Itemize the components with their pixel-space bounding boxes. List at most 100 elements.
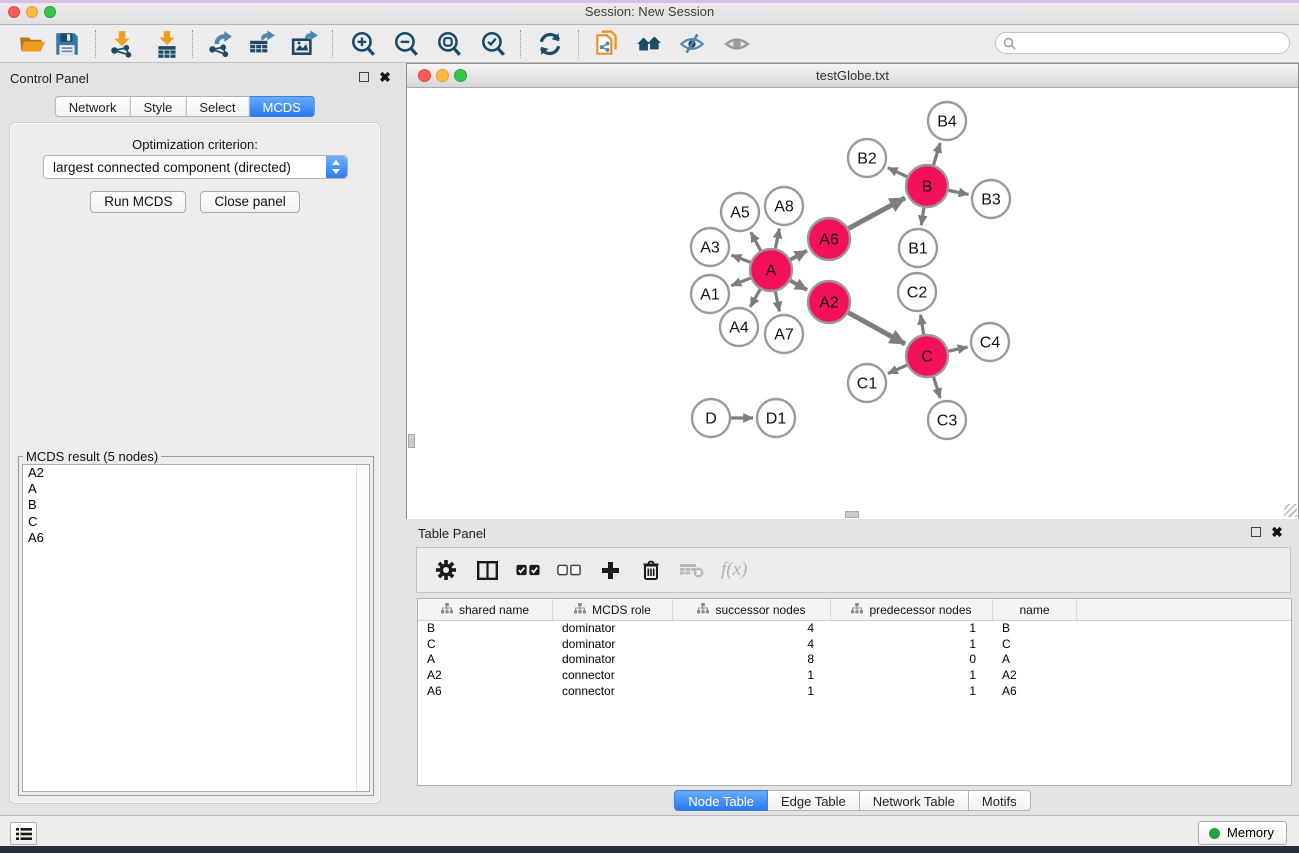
result-list-item[interactable]: A2 [23,465,369,481]
canvas-hscroll-nub[interactable] [845,511,859,518]
graph-node-B4[interactable]: B4 [928,102,966,140]
network-canvas[interactable]: B4B2BB3A5A8A6B1A3AA1C2A2A4A7C4CC1C3DD1 [407,89,1298,519]
tab-select[interactable]: Select [186,96,249,117]
table-cell[interactable]: dominator [553,637,673,653]
table-cell[interactable]: 1 [831,668,993,684]
open-session-button[interactable] [17,30,47,58]
graph-node-C[interactable]: C [906,335,948,377]
result-list-scrollbar[interactable] [356,465,369,791]
graph-edge-C-C2[interactable] [921,315,924,335]
graph-edge-C-C3[interactable] [934,377,941,398]
table-cell[interactable]: 1 [673,668,831,684]
table-cell[interactable]: 8 [673,652,831,668]
graph-edge-A6-B[interactable] [848,198,905,229]
graph-node-C3[interactable]: C3 [928,401,966,439]
export-image-button[interactable] [290,30,320,58]
table-close-panel-icon[interactable]: ✖ [1270,525,1284,539]
task-history-button[interactable] [10,822,37,845]
graph-node-D[interactable]: D [692,399,730,437]
home-button[interactable] [634,30,664,58]
table-cell[interactable]: A [418,652,553,668]
graph-node-A2[interactable]: A2 [808,281,850,323]
result-list-item[interactable]: A6 [23,530,369,546]
show-column-button[interactable] [475,558,499,582]
graph-edge-C-C4[interactable] [948,347,967,351]
zoom-selected-button[interactable] [478,30,508,58]
graph-edge-B-B3[interactable] [949,190,969,194]
graph-node-C2[interactable]: C2 [898,273,936,311]
table-cell[interactable]: A6 [418,684,553,700]
graph-node-B2[interactable]: B2 [848,139,886,177]
graph-edge-A-A7[interactable] [775,292,779,312]
graph-node-B1[interactable]: B1 [899,229,937,267]
export-table-button[interactable] [247,30,277,58]
zoom-in-button[interactable] [348,30,378,58]
search-input[interactable] [1020,34,1280,52]
table-cell[interactable]: dominator [553,621,673,637]
graph-edge-A-A8[interactable] [775,229,779,249]
table-cell[interactable]: 1 [673,684,831,700]
result-list-item[interactable]: A [23,481,369,497]
table-cell[interactable]: C [993,637,1077,653]
graph-node-A8[interactable]: A8 [765,187,803,225]
graph-edge-B-B2[interactable] [888,168,907,177]
table-row[interactable]: Adominator80A [418,652,1291,668]
run-mcds-button[interactable]: Run MCDS [90,191,186,213]
import-table-button[interactable] [152,30,182,58]
graph-edge-A2-C[interactable] [848,313,905,344]
zoom-fit-button[interactable] [434,30,464,58]
create-column-button[interactable] [598,558,622,582]
table-cell[interactable]: 1 [831,637,993,653]
close-panel-button[interactable]: Close panel [200,191,299,213]
table-cell[interactable]: A6 [993,684,1077,700]
window-resize-grip[interactable] [1284,504,1297,517]
tab-network[interactable]: Network [55,96,131,117]
unselect-all-columns-button[interactable] [557,558,581,582]
tab-style[interactable]: Style [130,96,186,117]
graph-node-A1[interactable]: A1 [691,275,729,313]
select-all-columns-button[interactable] [516,558,540,582]
result-list-item[interactable]: C [23,514,369,530]
graph-edge-C-C1[interactable] [888,365,907,374]
import-network-button[interactable] [107,30,137,58]
graph-node-B[interactable]: B [906,165,948,207]
table-cell[interactable]: C [418,637,553,653]
column-header-shared-name[interactable]: shared name [418,599,553,620]
graph-edge-A-A6[interactable] [790,251,807,260]
table-cell[interactable]: A2 [418,668,553,684]
tab-motifs[interactable]: Motifs [969,790,1031,811]
table-cell[interactable]: connector [553,668,673,684]
table-cell[interactable]: dominator [553,652,673,668]
table-cell[interactable]: 1 [831,621,993,637]
column-header-MCDS-role[interactable]: MCDS role [553,599,673,620]
save-session-button[interactable] [52,30,82,58]
column-header-name[interactable]: name [993,599,1077,620]
graph-edge-A-A3[interactable] [732,255,751,262]
table-cell[interactable]: A [993,652,1077,668]
graph-edge-B-B1[interactable] [921,208,924,225]
table-cell[interactable]: B [418,621,553,637]
optimization-dropdown[interactable]: largest connected component (directed) [43,155,348,179]
refresh-button[interactable] [535,30,565,58]
table-cell[interactable]: 1 [831,684,993,700]
table-settings-button[interactable] [434,558,458,582]
tab-edge-table[interactable]: Edge Table [768,790,860,811]
table-row[interactable]: A6connector11A6 [418,684,1291,700]
graph-edge-B-B4[interactable] [933,143,940,165]
zoom-out-button[interactable] [391,30,421,58]
graph-edge-A-A2[interactable] [790,281,807,290]
graph-node-A7[interactable]: A7 [765,315,803,353]
function-builder-button[interactable]: f(x) [721,558,747,582]
hide-panel-button[interactable] [677,30,707,58]
table-float-panel-icon[interactable] [1249,525,1263,539]
tab-mcds[interactable]: MCDS [250,96,315,117]
memory-button[interactable]: Memory [1198,821,1287,845]
graph-node-D1[interactable]: D1 [757,399,795,437]
delete-table-button[interactable] [680,558,704,582]
table-cell[interactable]: A2 [993,668,1077,684]
table-cell[interactable]: B [993,621,1077,637]
delete-column-button[interactable] [639,558,663,582]
graph-node-A[interactable]: A [750,249,792,291]
tab-network-table[interactable]: Network Table [860,790,969,811]
table-row[interactable]: A2connector11A2 [418,668,1291,684]
